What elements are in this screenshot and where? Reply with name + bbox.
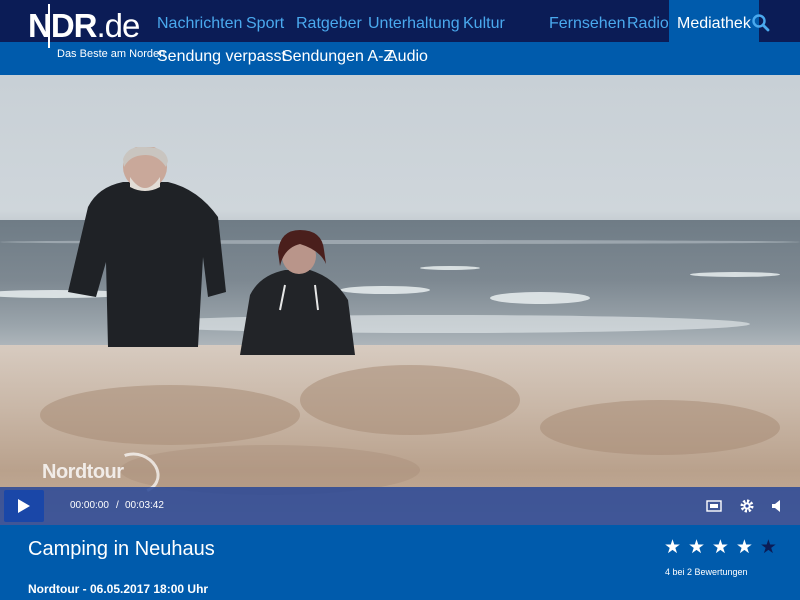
current-time: 00:00:00 — [70, 500, 109, 511]
star-icon[interactable]: ★ — [688, 538, 708, 557]
player-controls: 00:00:00 / 00:03:42 — [0, 487, 800, 525]
nav-item-nachrichten[interactable]: Nachrichten — [157, 0, 242, 42]
ndr-logo[interactable]: NDR.de Das Beste am Norden — [28, 4, 165, 63]
rating-count: 4 bei 2 Bewertungen — [665, 567, 748, 577]
nav-item-ratgeber[interactable]: Ratgeber — [296, 0, 362, 42]
volume-icon[interactable] — [770, 498, 786, 514]
subnav-item-audio[interactable]: Audio — [387, 42, 428, 75]
star-icon[interactable]: ★ — [736, 538, 756, 557]
nav-item-radio[interactable]: Radio — [627, 0, 669, 42]
settings-gear-icon[interactable] — [739, 498, 755, 514]
subnav-item-sendungen-a-z[interactable]: Sendungen A-Z — [282, 42, 393, 75]
top-navigation-bar: NDR.de Das Beste am Norden Nachrichten S… — [0, 0, 800, 60]
video-person-woman — [240, 230, 355, 355]
nav-item-fernsehen[interactable]: Fernsehen — [549, 0, 626, 42]
time-separator: / — [116, 500, 119, 511]
star-icon[interactable]: ★ — [664, 538, 684, 557]
star-icon[interactable]: ★ — [712, 538, 732, 557]
duration: 00:03:42 — [125, 500, 164, 511]
video-frame[interactable]: Nordtour — [0, 75, 800, 525]
play-icon — [18, 499, 30, 513]
video-info-panel: Camping in Neuhaus Nordtour - 06.05.2017… — [0, 525, 800, 600]
video-broadcast-info: Nordtour - 06.05.2017 18:00 Uhr — [28, 582, 209, 596]
nav-item-unterhaltung[interactable]: Unterhaltung — [368, 0, 460, 42]
logo-claim: Das Beste am Norden — [57, 48, 166, 60]
play-button[interactable] — [4, 490, 44, 522]
logo-wordmark: NDR.de — [28, 7, 140, 44]
nav-item-mediathek[interactable]: Mediathek — [669, 0, 759, 42]
nav-item-sport[interactable]: Sport — [246, 0, 284, 42]
subnav-item-sendung-verpasst[interactable]: Sendung verpasst — [157, 42, 286, 75]
search-icon[interactable] — [751, 13, 771, 33]
logo-divider — [48, 4, 50, 48]
fullscreen-icon[interactable] — [706, 498, 722, 514]
rating-stars[interactable]: ★ ★ ★ ★ ★ — [664, 538, 780, 557]
video-title: Camping in Neuhaus — [28, 538, 215, 560]
video-person-man — [68, 147, 226, 347]
star-icon[interactable]: ★ — [760, 538, 780, 557]
nav-item-kultur[interactable]: Kultur — [463, 0, 505, 42]
